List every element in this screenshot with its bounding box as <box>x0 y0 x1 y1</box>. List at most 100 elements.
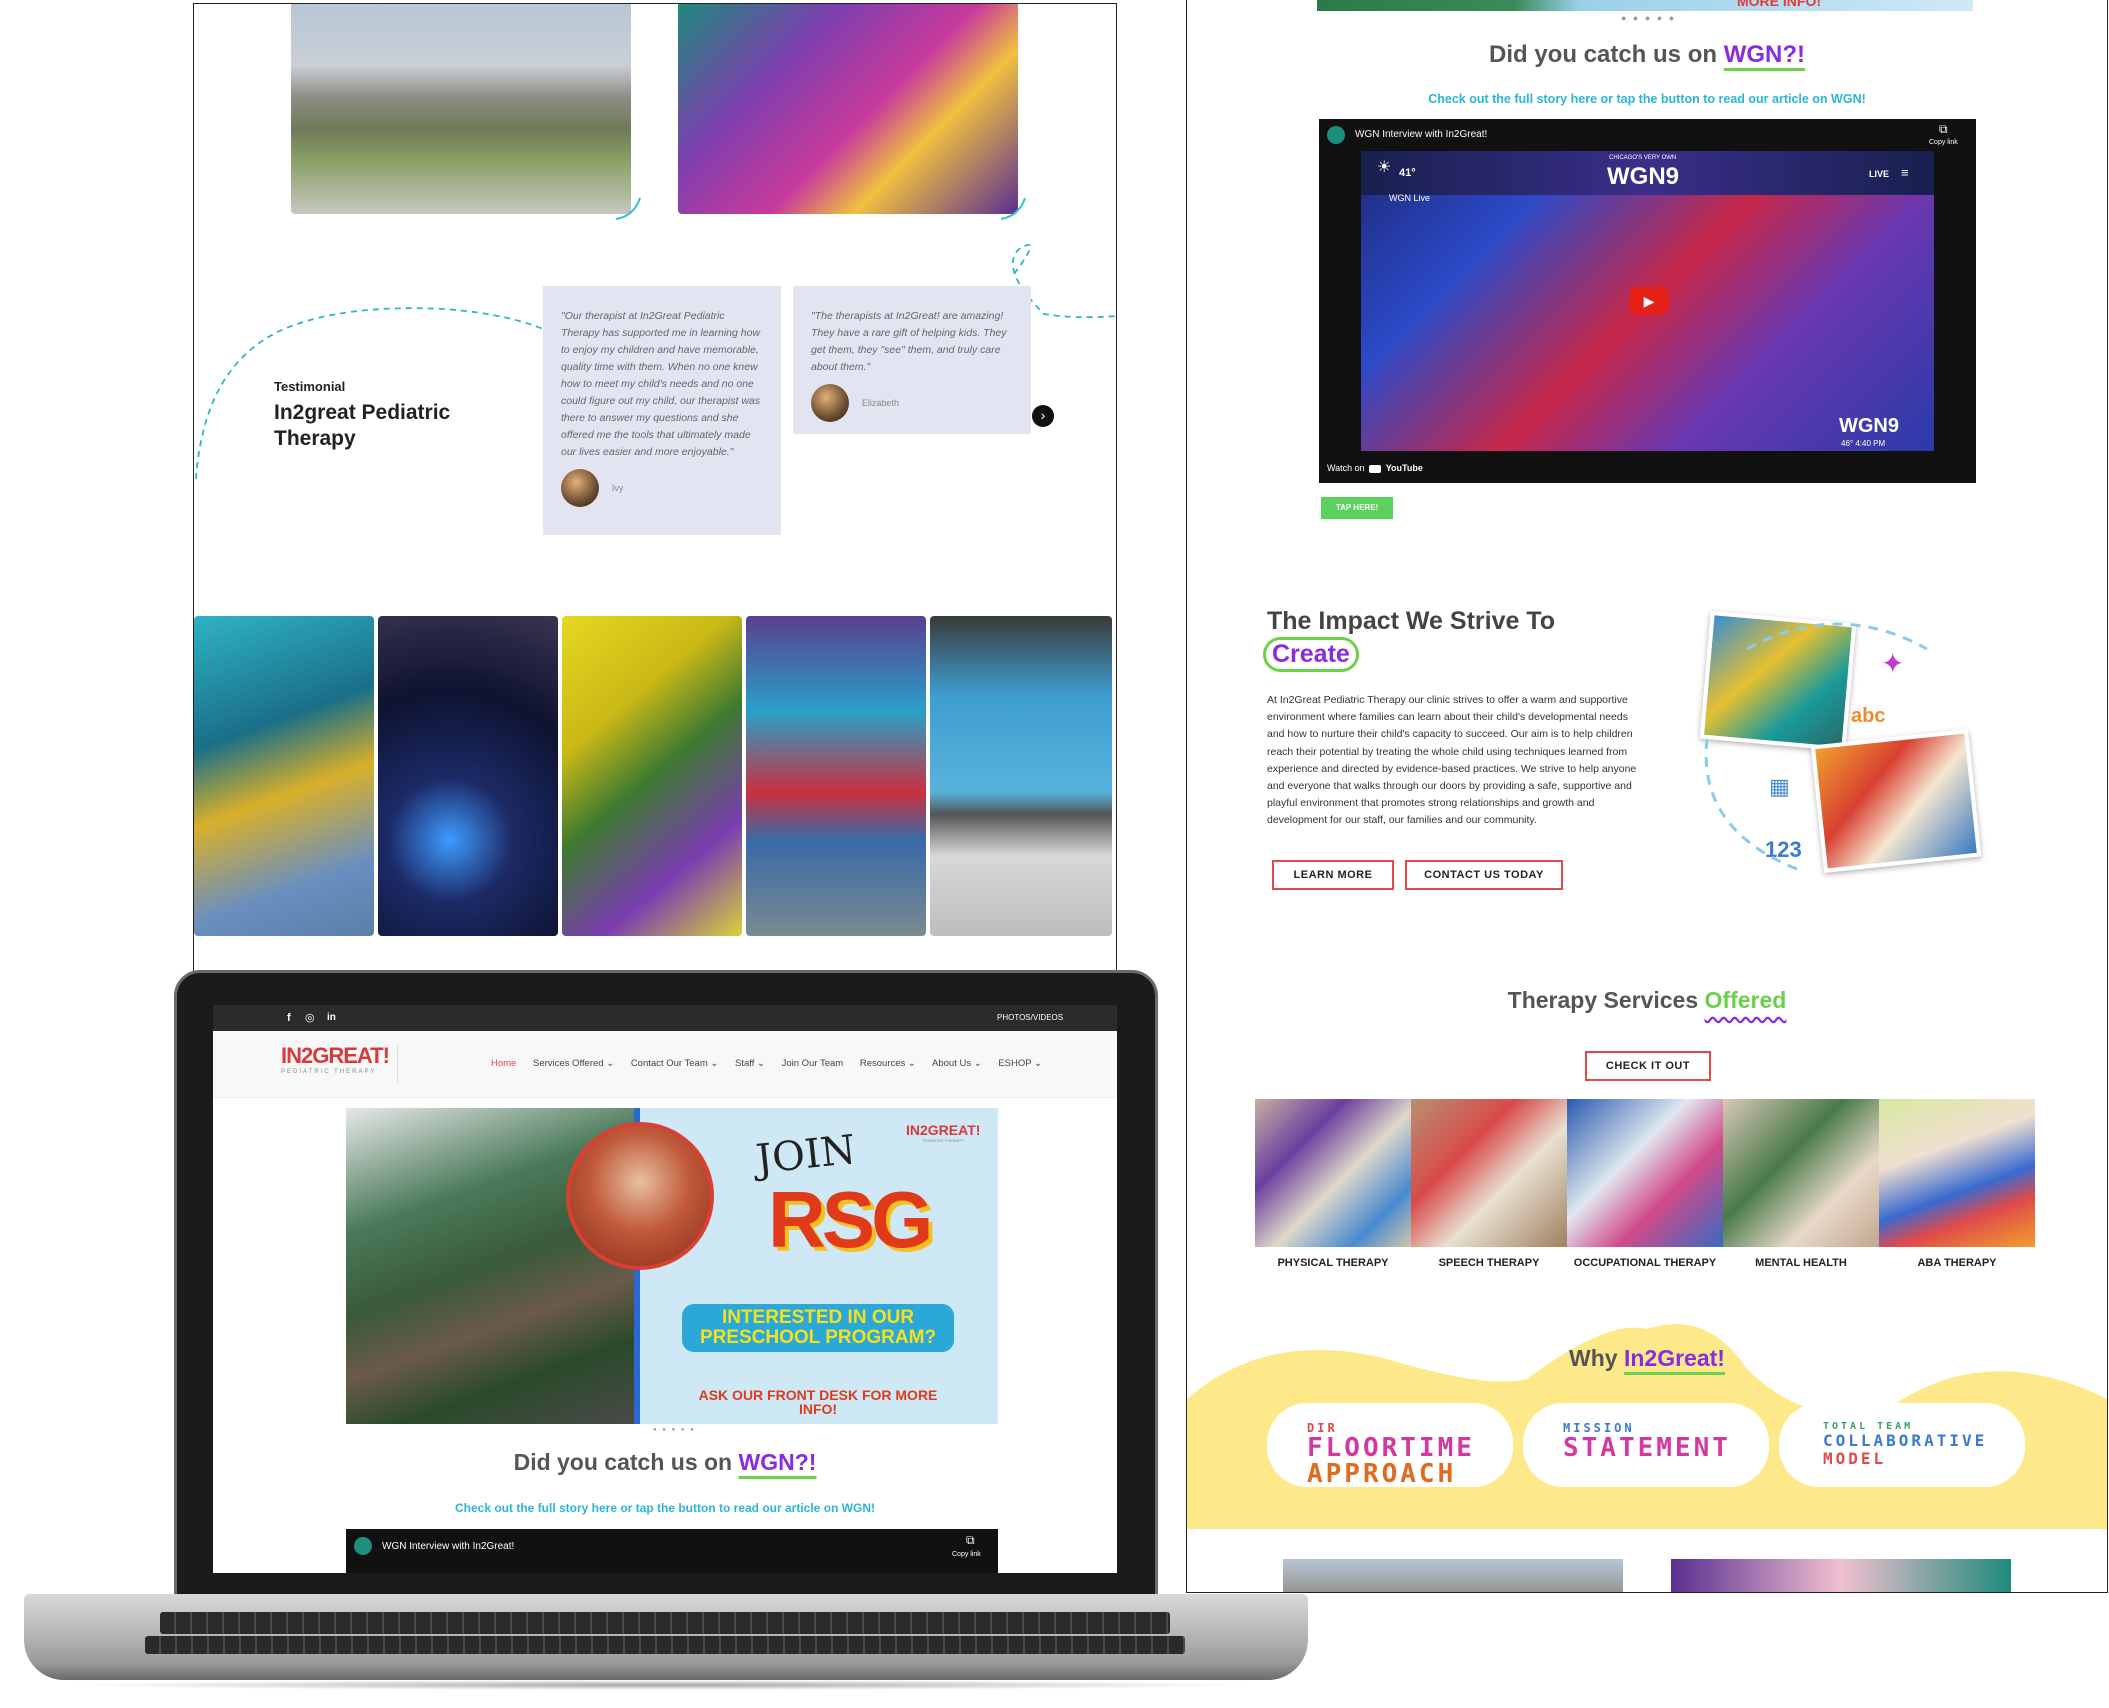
service-photo-occupational[interactable] <box>1567 1099 1723 1247</box>
left-page-panel: Testimonial In2great Pediatric Therapy "… <box>193 3 1117 973</box>
laptop-keyboard <box>145 1636 1185 1654</box>
contact-us-button[interactable]: CONTACT US TODAY <box>1405 860 1563 890</box>
hero-carousel-dots[interactable]: ● ● ● ● ● <box>653 1427 696 1433</box>
impact-body: At In2Great Pediatric Therapy our clinic… <box>1267 694 1637 827</box>
video-embed[interactable]: WGN Interview with In2Great! ⧉ Copy link… <box>1319 119 1976 483</box>
testimonial-label: Testimonial <box>274 379 346 394</box>
service-photo-mental[interactable] <box>1723 1099 1879 1247</box>
nav-resources[interactable]: Resources ⌄ <box>860 1058 916 1069</box>
chevron-down-icon: ⌄ <box>907 1058 916 1069</box>
check-it-out-button[interactable]: CHECK IT OUT <box>1585 1051 1711 1081</box>
live-badge: LIVE <box>1869 169 1890 179</box>
service-label[interactable]: ABA THERAPY <box>1879 1257 2035 1269</box>
next-arrow-button[interactable]: › <box>1032 405 1054 427</box>
temperature: 41° <box>1399 167 1416 179</box>
floortime-big-2: APPROACH <box>1307 1459 1457 1489</box>
linkedin-icon[interactable]: in <box>327 1005 336 1031</box>
service-photo-aba[interactable] <box>1879 1099 2035 1247</box>
service-label[interactable]: OCCUPATIONAL THERAPY <box>1567 1257 1723 1269</box>
laptop-video-title: WGN Interview with In2Great! <box>382 1541 515 1552</box>
nav-eshop-label: ESHOP <box>998 1058 1032 1069</box>
nav-home[interactable]: Home <box>491 1058 516 1069</box>
site-logo-subtext: PEDIATRIC THERAPY <box>281 1069 377 1075</box>
why-heading-highlight: In2Great! <box>1623 1345 1725 1371</box>
gallery-photo[interactable] <box>930 616 1112 936</box>
gallery-photo[interactable] <box>194 616 374 936</box>
mission-card[interactable]: MISSION STATEMENT <box>1523 1403 1769 1487</box>
watch-on-youtube[interactable]: Watch on YouTube <box>1327 463 1423 473</box>
copy-link-label[interactable]: Copy link <box>952 1551 981 1558</box>
wgn-heading-highlight: WGN?! <box>1723 41 1805 68</box>
corner-logo: WGN9 <box>1839 415 1899 437</box>
testimonial-text: "Our therapist at In2Great Pediatric The… <box>561 310 761 458</box>
impact-title: The Impact We Strive To <box>1267 607 1556 635</box>
site-header: IN2GREAT! PEDIATRIC THERAPY Home Service… <box>213 1031 1117 1098</box>
service-photo-speech[interactable] <box>1411 1099 1567 1247</box>
carousel-dots[interactable]: ● ● ● ● ● <box>1621 13 1676 23</box>
instagram-icon[interactable]: ◎ <box>305 1005 315 1031</box>
collaborative-big-2: MODEL <box>1823 1449 1887 1468</box>
photos-videos-link[interactable]: PHOTOS/VIDEOS <box>997 1005 1063 1031</box>
menu-icon[interactable]: ≡ <box>1901 165 1909 180</box>
chevron-down-icon: ⌄ <box>606 1058 615 1069</box>
chevron-down-icon: ⌄ <box>710 1058 719 1069</box>
floortime-card[interactable]: DIR FLOORTIME APPROACH <box>1267 1403 1513 1487</box>
nav-about-label: About Us <box>932 1058 972 1069</box>
service-label[interactable]: MENTAL HEALTH <box>1723 1257 1879 1269</box>
youtube-icon <box>1369 464 1382 473</box>
chevron-down-icon: ⌄ <box>973 1058 982 1069</box>
services-heading-highlight: Offered <box>1704 987 1787 1013</box>
nav-services-label: Services Offered <box>532 1058 604 1069</box>
laptop-wgn-highlight: WGN?! <box>738 1449 817 1475</box>
hero-logo: IN2GREAT! PEDIATRIC THERAPY <box>906 1122 980 1143</box>
channel-small-label: CHICAGO'S VERY OWN <box>1609 155 1677 161</box>
decorative-swirl-left <box>615 197 641 220</box>
video-title-bar: WGN Interview with In2Great! ⧉ Copy link <box>1319 119 1976 151</box>
laptop-video-embed[interactable]: WGN Interview with In2Great! ⧉ Copy link <box>346 1529 998 1573</box>
video-frame: ☀ 41° CHICAGO'S VERY OWN WGN9 LIVE ≡ WGN… <box>1361 151 1934 451</box>
laptop-wgn-subtext: Check out the full story here or tap the… <box>454 1501 876 1515</box>
testimonial-text: "The therapists at In2Great! are amazing… <box>811 310 1007 373</box>
nav-staff-label: Staff <box>734 1058 755 1069</box>
facebook-icon[interactable]: f <box>287 1005 291 1031</box>
site-logo[interactable]: IN2GREAT! PEDIATRIC THERAPY <box>281 1043 390 1075</box>
gallery-photo[interactable] <box>746 616 926 936</box>
play-button[interactable]: ▶ <box>1629 287 1669 315</box>
testimonial-author: Elizabeth <box>861 397 899 408</box>
gallery-photo[interactable] <box>562 616 742 936</box>
hero-ask-text: ASK OUR FRONT DESK FOR MORE INFO! <box>698 1387 938 1417</box>
decorative-swirl-right <box>1000 197 1026 220</box>
testimonial-card: "Our therapist at In2Great Pediatric The… <box>543 286 781 535</box>
service-label[interactable]: SPEECH THERAPY <box>1411 1257 1567 1269</box>
hero-interested-text: INTERESTED IN OUR PRESCHOOL PROGRAM? <box>682 1304 954 1352</box>
nav-contact[interactable]: Contact Our Team ⌄ <box>631 1058 719 1069</box>
service-label[interactable]: PHYSICAL THERAPY <box>1255 1257 1411 1269</box>
chevron-right-icon: › <box>1040 407 1046 423</box>
learn-more-button[interactable]: LEARN MORE <box>1272 860 1394 890</box>
nav-services[interactable]: Services Offered ⌄ <box>533 1058 614 1069</box>
chevron-down-icon: ⌄ <box>757 1058 765 1069</box>
laptop-shadow <box>60 1680 1260 1690</box>
right-page-panel: MORE INFO! ● ● ● ● ● Did you catch us on… <box>1186 0 2108 1593</box>
nav-about[interactable]: About Us ⌄ <box>932 1058 982 1069</box>
sun-icon: ☀ <box>1377 159 1392 176</box>
avatar <box>811 384 849 422</box>
play-icon: ▶ <box>1643 293 1655 309</box>
hero-banner[interactable]: JOIN RSG IN2GREAT! PEDIATRIC THERAPY INT… <box>346 1108 998 1424</box>
collaborative-card[interactable]: TOTAL TEAM COLLABORATIVE MODEL <box>1779 1403 2025 1487</box>
decorative-dashed-circle <box>1704 622 1928 871</box>
testimonial-title: In2great Pediatric Therapy <box>274 401 451 450</box>
testimonial-author: Ivy <box>611 482 624 493</box>
nav-eshop[interactable]: ESHOP ⌄ <box>998 1058 1042 1069</box>
services-heading: Therapy Services Offered <box>1187 987 2107 1014</box>
service-photo-physical[interactable] <box>1255 1099 1411 1247</box>
channel-avatar <box>1327 126 1345 144</box>
nav-resources-label: Resources <box>859 1058 906 1069</box>
tap-here-button[interactable]: TAP HERE! <box>1321 497 1393 519</box>
nav-staff[interactable]: Staff ⌄ <box>735 1058 765 1069</box>
nav-join[interactable]: Join Our Team <box>782 1058 844 1069</box>
gallery-photo[interactable] <box>378 616 558 936</box>
chevron-down-icon: ⌄ <box>1034 1058 1043 1069</box>
copy-link-icon[interactable]: ⧉ <box>966 1533 975 1548</box>
site-top-bar: f ◎ in PHOTOS/VIDEOS <box>213 1005 1117 1031</box>
